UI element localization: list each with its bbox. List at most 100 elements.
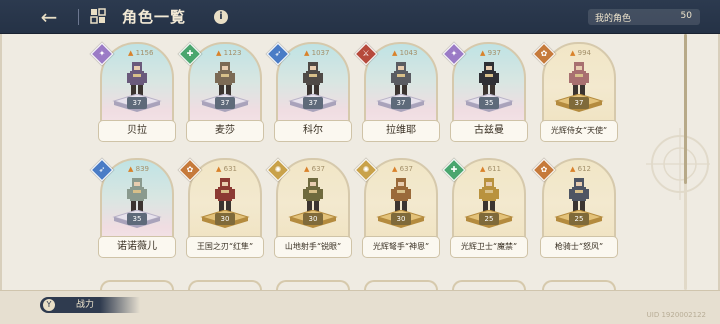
power-value: ▲ 637 — [304, 164, 325, 174]
class-glyph: ✚ — [450, 165, 458, 174]
character-count-label: 我的角色 — [595, 14, 632, 24]
character-name: 麦莎 — [186, 120, 264, 142]
level-badge: 25 — [569, 213, 589, 225]
power-value: ▲ 994 — [570, 48, 591, 58]
power-number: 1043 — [399, 49, 418, 57]
level-badge: 37 — [127, 97, 147, 109]
power-value: ▲ 1037 — [304, 48, 329, 58]
info-icon[interactable]: i — [214, 10, 228, 24]
class-glyph: ✚ — [186, 49, 194, 58]
character-name: 拉维耶 — [362, 120, 440, 142]
flame-icon: ▲ — [392, 165, 400, 173]
scrollbar[interactable] — [684, 34, 687, 290]
level-badge: 35 — [479, 97, 499, 109]
level-badge: 37 — [569, 97, 589, 109]
character-name: 光辉侍女“天使” — [540, 120, 618, 142]
level-badge: 37 — [391, 97, 411, 109]
next-row-card — [452, 280, 526, 290]
sort-label: 战力 — [76, 300, 95, 310]
class-glyph: ✦ — [98, 49, 106, 58]
page-title: 角色一覧 — [122, 8, 187, 26]
next-row-card — [188, 280, 262, 290]
character-name: 古兹曼 — [450, 120, 528, 142]
power-value: ▲ 631 — [216, 164, 237, 174]
character-name: 王国之刃“红隼” — [186, 236, 264, 258]
character-card[interactable]: ▲ 1037 37 ➶ 科尔 — [266, 42, 352, 142]
power-value: ▲ 637 — [392, 164, 413, 174]
flame-icon: ▲ — [216, 165, 224, 173]
power-value: ▲ 937 — [480, 48, 501, 58]
power-number: 994 — [577, 49, 591, 57]
flame-icon: ▲ — [392, 49, 400, 57]
character-card[interactable]: ▲ 637 30 ✺ 山地射手“锐眼” — [266, 158, 352, 258]
class-glyph: ✦ — [450, 49, 458, 58]
class-glyph: ➶ — [98, 165, 106, 174]
level-badge: 35 — [127, 213, 147, 225]
character-card[interactable]: ▲ 1123 37 ✚ 麦莎 — [178, 42, 264, 142]
power-value: ▲ 611 — [480, 164, 501, 174]
character-card[interactable]: ▲ 637 30 ✺ 光辉弩手“神恩” — [354, 158, 440, 258]
flame-icon: ▲ — [216, 49, 224, 57]
flame-icon: ▲ — [480, 49, 488, 57]
sort-button[interactable]: Y 战力 — [40, 297, 140, 313]
level-badge: 30 — [391, 213, 411, 225]
flame-icon: ▲ — [128, 165, 136, 173]
uid-label: UID 1920002122 — [646, 311, 706, 319]
character-name: 光辉卫士“魔禁” — [450, 236, 528, 258]
power-number: 839 — [135, 165, 149, 173]
character-card[interactable]: ▲ 612 25 ✿ 枪骑士“怒风” — [532, 158, 618, 258]
header-divider — [78, 9, 79, 25]
character-card[interactable]: ▲ 631 30 ✿ 王国之刃“红隼” — [178, 158, 264, 258]
character-name: 贝拉 — [98, 120, 176, 142]
class-glyph: ✺ — [362, 165, 370, 174]
power-number: 1123 — [223, 49, 242, 57]
character-name: 枪骑士“怒风” — [540, 236, 618, 258]
bottom-bar: Y 战力 UID 1920002122 — [0, 290, 720, 324]
power-value: ▲ 1156 — [128, 48, 153, 58]
flame-icon: ▲ — [570, 165, 578, 173]
power-value: ▲ 839 — [128, 164, 149, 174]
home-grid-icon[interactable] — [90, 8, 106, 24]
flame-icon: ▲ — [128, 49, 136, 57]
class-glyph: ✺ — [274, 165, 282, 174]
class-glyph: ✿ — [186, 165, 194, 174]
power-number: 631 — [223, 165, 237, 173]
scrollbar-thumb[interactable] — [684, 34, 687, 184]
power-number: 1037 — [311, 49, 330, 57]
top-bar: ← 角色一覧 i 我的角色 50 — [0, 0, 720, 34]
flame-icon: ▲ — [570, 49, 578, 57]
character-name: 山地射手“锐眼” — [274, 236, 352, 258]
back-arrow-icon[interactable]: ← — [30, 5, 68, 29]
character-count: 我的角色 50 — [588, 9, 700, 25]
character-card[interactable]: ▲ 994 37 ✿ 光辉侍女“天使” — [532, 42, 618, 142]
power-number: 637 — [399, 165, 413, 173]
character-name: 光辉弩手“神恩” — [362, 236, 440, 258]
next-row-card — [542, 280, 616, 290]
power-number: 611 — [487, 165, 501, 173]
sort-icon: Y — [43, 299, 55, 311]
level-badge: 30 — [303, 213, 323, 225]
character-card[interactable]: ▲ 1043 37 ⚔ 拉维耶 — [354, 42, 440, 142]
power-value: ▲ 1123 — [216, 48, 241, 58]
flame-icon: ▲ — [304, 49, 312, 57]
power-value: ▲ 1043 — [392, 48, 417, 58]
flame-icon: ▲ — [480, 165, 488, 173]
next-row-card — [364, 280, 438, 290]
level-badge: 37 — [303, 97, 323, 109]
character-card[interactable]: ▲ 611 25 ✚ 光辉卫士“魔禁” — [442, 158, 528, 258]
level-badge: 25 — [479, 213, 499, 225]
character-name: 科尔 — [274, 120, 352, 142]
class-glyph: ⚔ — [362, 49, 370, 58]
character-card[interactable]: ▲ 937 35 ✦ 古兹曼 — [442, 42, 528, 142]
power-number: 937 — [487, 49, 501, 57]
level-badge: 37 — [215, 97, 235, 109]
power-number: 1156 — [135, 49, 154, 57]
class-glyph: ✿ — [540, 49, 548, 58]
character-grid[interactable]: ▲ 1156 37 ✦ 贝拉 ▲ 1123 37 ✚ 麦莎 ▲ 1037 37 ➶ 科尔 ▲ 1043 3… — [0, 34, 720, 290]
character-card[interactable]: ▲ 839 35 ➶ 诺诺薇儿 — [90, 158, 176, 258]
character-name: 诺诺薇儿 — [98, 236, 176, 258]
decorative-emblem — [646, 128, 710, 200]
character-card[interactable]: ▲ 1156 37 ✦ 贝拉 — [90, 42, 176, 142]
next-row-card — [276, 280, 350, 290]
class-glyph: ➶ — [274, 49, 282, 58]
